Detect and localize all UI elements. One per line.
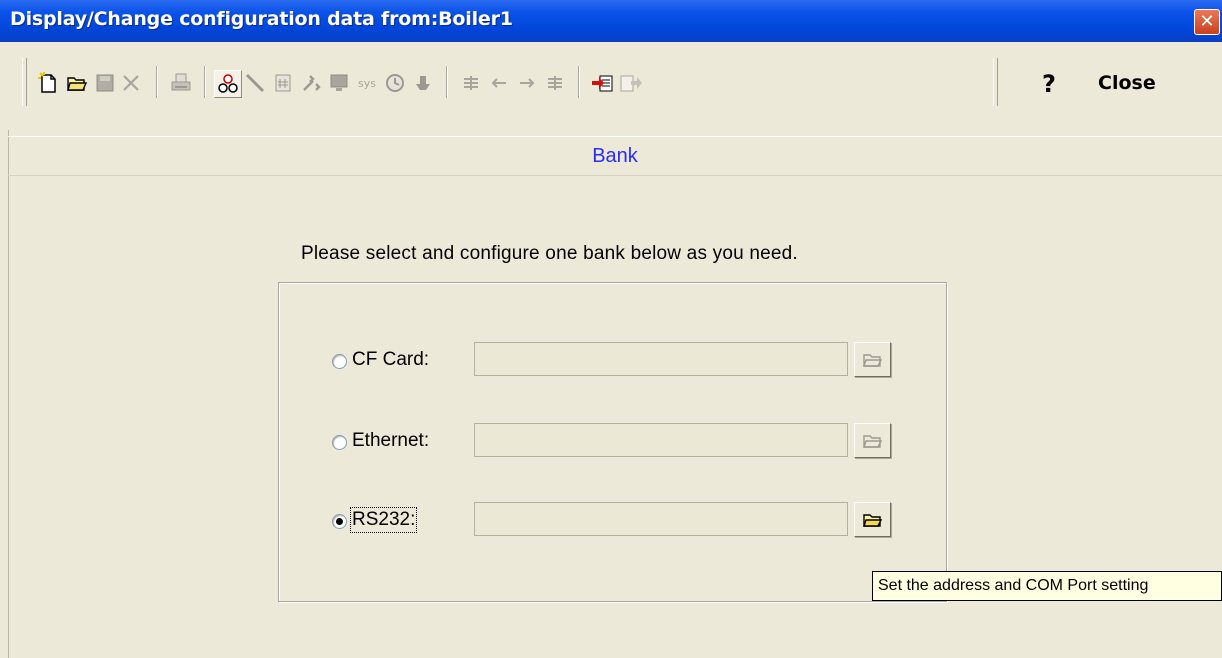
folder-icon — [862, 434, 882, 448]
monitor-icon[interactable] — [326, 70, 352, 96]
key-icon[interactable] — [410, 70, 436, 96]
cf-card-radio[interactable] — [332, 354, 347, 369]
section-title: Bank — [592, 145, 638, 167]
rs232-radio[interactable] — [332, 514, 347, 529]
close-button[interactable]: Close — [1098, 72, 1156, 94]
toolbar-grip[interactable] — [22, 58, 27, 106]
import-icon[interactable] — [590, 70, 616, 96]
toolbar-separator — [446, 66, 447, 98]
clock-icon[interactable] — [382, 70, 408, 96]
bank-icon[interactable] — [214, 70, 242, 98]
sys-icon[interactable]: sys — [354, 70, 380, 96]
print-icon[interactable] — [168, 70, 194, 96]
folder-icon — [862, 513, 882, 527]
cf-card-browse-button — [854, 342, 891, 377]
title-bar: Display/Change configuration data from:B… — [0, 0, 1222, 42]
ethernet-label[interactable]: Ethernet: — [352, 430, 429, 452]
open-folder-icon[interactable] — [64, 70, 90, 96]
line-icon[interactable] — [242, 70, 268, 96]
toolbar-separator — [578, 66, 579, 98]
tools-icon[interactable] — [298, 70, 324, 96]
left-frame-edge — [0, 42, 9, 658]
export-icon[interactable] — [618, 70, 644, 96]
folder-icon — [862, 353, 882, 367]
rs232-label[interactable]: RS232: — [349, 507, 418, 533]
rs232-browse-button[interactable] — [854, 502, 891, 537]
tooltip: Set the address and COM Port setting — [872, 571, 1222, 601]
help-button[interactable]: ? — [1042, 70, 1056, 98]
first-icon[interactable] — [458, 70, 484, 96]
toolbar-separator — [204, 66, 205, 98]
prev-icon[interactable] — [486, 70, 512, 96]
section-header: Bank — [8, 136, 1222, 176]
next-icon[interactable] — [514, 70, 540, 96]
cf-card-label[interactable]: CF Card: — [352, 349, 429, 371]
toolbar-separator — [156, 66, 157, 98]
window-close-button[interactable]: ✕ — [1194, 9, 1220, 35]
ethernet-radio[interactable] — [332, 435, 347, 450]
window-title: Display/Change configuration data from:B… — [10, 8, 513, 30]
ethernet-field — [474, 423, 848, 457]
ethernet-browse-button — [854, 423, 891, 458]
calculator-icon[interactable] — [270, 70, 296, 96]
rs232-field — [474, 502, 848, 536]
toolbar: sys ? Close — [8, 42, 1222, 130]
new-file-icon[interactable] — [36, 70, 62, 96]
delete-icon[interactable] — [118, 70, 144, 96]
instruction-text: Please select and configure one bank bel… — [301, 243, 798, 264]
toolbar-grip[interactable] — [993, 58, 998, 106]
cf-card-field — [474, 342, 848, 376]
last-icon[interactable] — [542, 70, 568, 96]
save-icon[interactable] — [92, 70, 118, 96]
